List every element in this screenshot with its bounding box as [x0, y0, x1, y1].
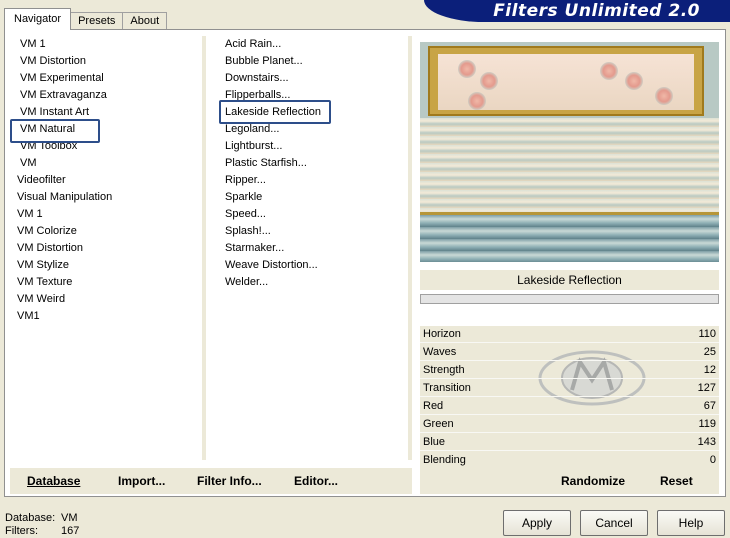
parameter-row[interactable]: Waves 25 — [420, 344, 719, 361]
flower-decoration — [655, 87, 673, 105]
parameter-value[interactable]: 143 — [698, 434, 716, 451]
parameter-row[interactable]: Transition 127 — [420, 380, 719, 397]
parameter-value[interactable]: 127 — [698, 380, 716, 397]
filters-status-value: 167 — [61, 525, 80, 537]
parameter-row[interactable]: Horizon 110 — [420, 326, 719, 343]
title-banner: Filters Unlimited 2.0 — [424, 0, 730, 22]
import-button[interactable]: Import... — [118, 474, 165, 488]
database-status-label: Database: — [5, 512, 56, 524]
right-toolbar: Randomize Reset — [420, 468, 719, 494]
left-toolbar: Database Import... Filter Info... Editor… — [10, 468, 412, 494]
category-item[interactable]: VM Colorize — [17, 223, 77, 240]
category-item[interactable]: VM Texture — [17, 274, 72, 291]
filter-item[interactable]: Weave Distortion... — [225, 257, 318, 274]
flower-decoration — [468, 92, 486, 110]
parameter-label: Strength — [423, 364, 465, 376]
filter-selection-highlight — [219, 100, 331, 124]
parameter-row[interactable]: Blue 143 — [420, 434, 719, 451]
parameter-label: Transition — [423, 382, 471, 394]
parameter-label: Waves — [423, 346, 457, 358]
progress-bar — [420, 294, 719, 304]
category-item[interactable]: Videofilter — [17, 172, 66, 189]
category-item[interactable]: VM Extravaganza — [20, 87, 107, 104]
parameter-value[interactable]: 25 — [704, 344, 716, 361]
category-item[interactable]: VM Distortion — [20, 53, 86, 70]
filter-item[interactable]: Plastic Starfish... — [225, 155, 307, 172]
parameter-row[interactable]: Blending 0 — [420, 452, 719, 469]
tab-presets[interactable]: Presets — [70, 12, 124, 30]
category-item[interactable]: VM 1 — [17, 206, 43, 223]
editor-button[interactable]: Editor... — [294, 474, 338, 488]
category-item[interactable]: VM Stylize — [17, 257, 69, 274]
category-item[interactable]: Visual Manipulation — [17, 189, 112, 206]
filter-item[interactable]: Downstairs... — [225, 70, 289, 87]
filter-item[interactable]: Starmaker... — [225, 240, 284, 257]
filter-item[interactable]: Speed... — [225, 206, 266, 223]
category-selection-highlight — [10, 119, 100, 143]
filter-item[interactable]: Sparkle — [225, 189, 262, 206]
preview-base — [420, 215, 719, 262]
randomize-button[interactable]: Randomize — [561, 474, 625, 488]
filter-item[interactable]: Acid Rain... — [225, 36, 281, 53]
parameter-label: Red — [423, 400, 444, 412]
main-panel: VM 1 VM Distortion VM Experimental VM Extra… — [4, 29, 726, 497]
reset-button[interactable]: Reset — [660, 474, 693, 488]
cancel-button[interactable]: Cancel — [580, 510, 648, 536]
parameter-row[interactable]: Green 119 — [420, 416, 719, 433]
category-item[interactable]: VM 1 — [20, 36, 46, 53]
tab-about[interactable]: About — [122, 12, 168, 30]
category-item[interactable]: VM — [20, 155, 37, 172]
filter-item[interactable]: Ripper... — [225, 172, 266, 189]
preview-water-reflection — [420, 118, 719, 218]
status-area: Database: VM Filters: 167 — [5, 512, 79, 538]
help-button[interactable]: Help — [657, 510, 725, 536]
preview-image — [420, 42, 719, 262]
parameter-label: Blue — [423, 436, 446, 448]
parameter-value[interactable]: 12 — [704, 362, 716, 379]
banner-title: Filters Unlimited 2.0 — [493, 1, 700, 21]
parameter-value[interactable]: 110 — [698, 326, 716, 343]
category-item[interactable]: VM Weird — [17, 291, 65, 308]
tab-bar: Navigator Presets About — [4, 8, 168, 30]
filter-item[interactable]: Welder... — [225, 274, 268, 291]
parameter-label: Green — [423, 418, 454, 430]
parameter-panel: Horizon 110 Waves 25 Strength 12 Transition 127… — [420, 326, 719, 469]
filter-item[interactable]: Bubble Planet... — [225, 53, 303, 70]
parameter-label: Horizon — [423, 328, 461, 340]
parameter-value[interactable]: 67 — [704, 398, 716, 415]
database-button[interactable]: Database — [27, 474, 80, 488]
parameter-value[interactable]: 119 — [698, 416, 716, 433]
flower-decoration — [600, 62, 618, 80]
database-status-value: VM — [61, 512, 78, 524]
filter-item[interactable]: Lightburst... — [225, 138, 282, 155]
filter-info-button[interactable]: Filter Info... — [197, 474, 262, 488]
filter-item[interactable]: Splash!... — [225, 223, 271, 240]
category-item[interactable]: VM1 — [17, 308, 40, 325]
parameter-label: Blending — [423, 454, 466, 466]
tab-navigator[interactable]: Navigator — [4, 8, 72, 30]
category-item[interactable]: VM Experimental — [20, 70, 104, 87]
flower-decoration — [458, 60, 476, 78]
flower-decoration — [625, 72, 643, 90]
category-item[interactable]: VM Distortion — [17, 240, 83, 257]
parameter-value[interactable]: 0 — [710, 452, 716, 469]
category-list[interactable]: VM 1 VM Distortion VM Experimental VM Extra… — [10, 36, 206, 460]
parameter-row[interactable]: Strength 12 — [420, 362, 719, 379]
filter-name-label: Lakeside Reflection — [420, 270, 719, 290]
parameter-row[interactable]: Red 67 — [420, 398, 719, 415]
flower-decoration — [480, 72, 498, 90]
apply-button[interactable]: Apply — [503, 510, 571, 536]
filters-status-label: Filters: — [5, 525, 38, 537]
filter-list[interactable]: Acid Rain... Bubble Planet... Downstairs..… — [214, 36, 412, 460]
